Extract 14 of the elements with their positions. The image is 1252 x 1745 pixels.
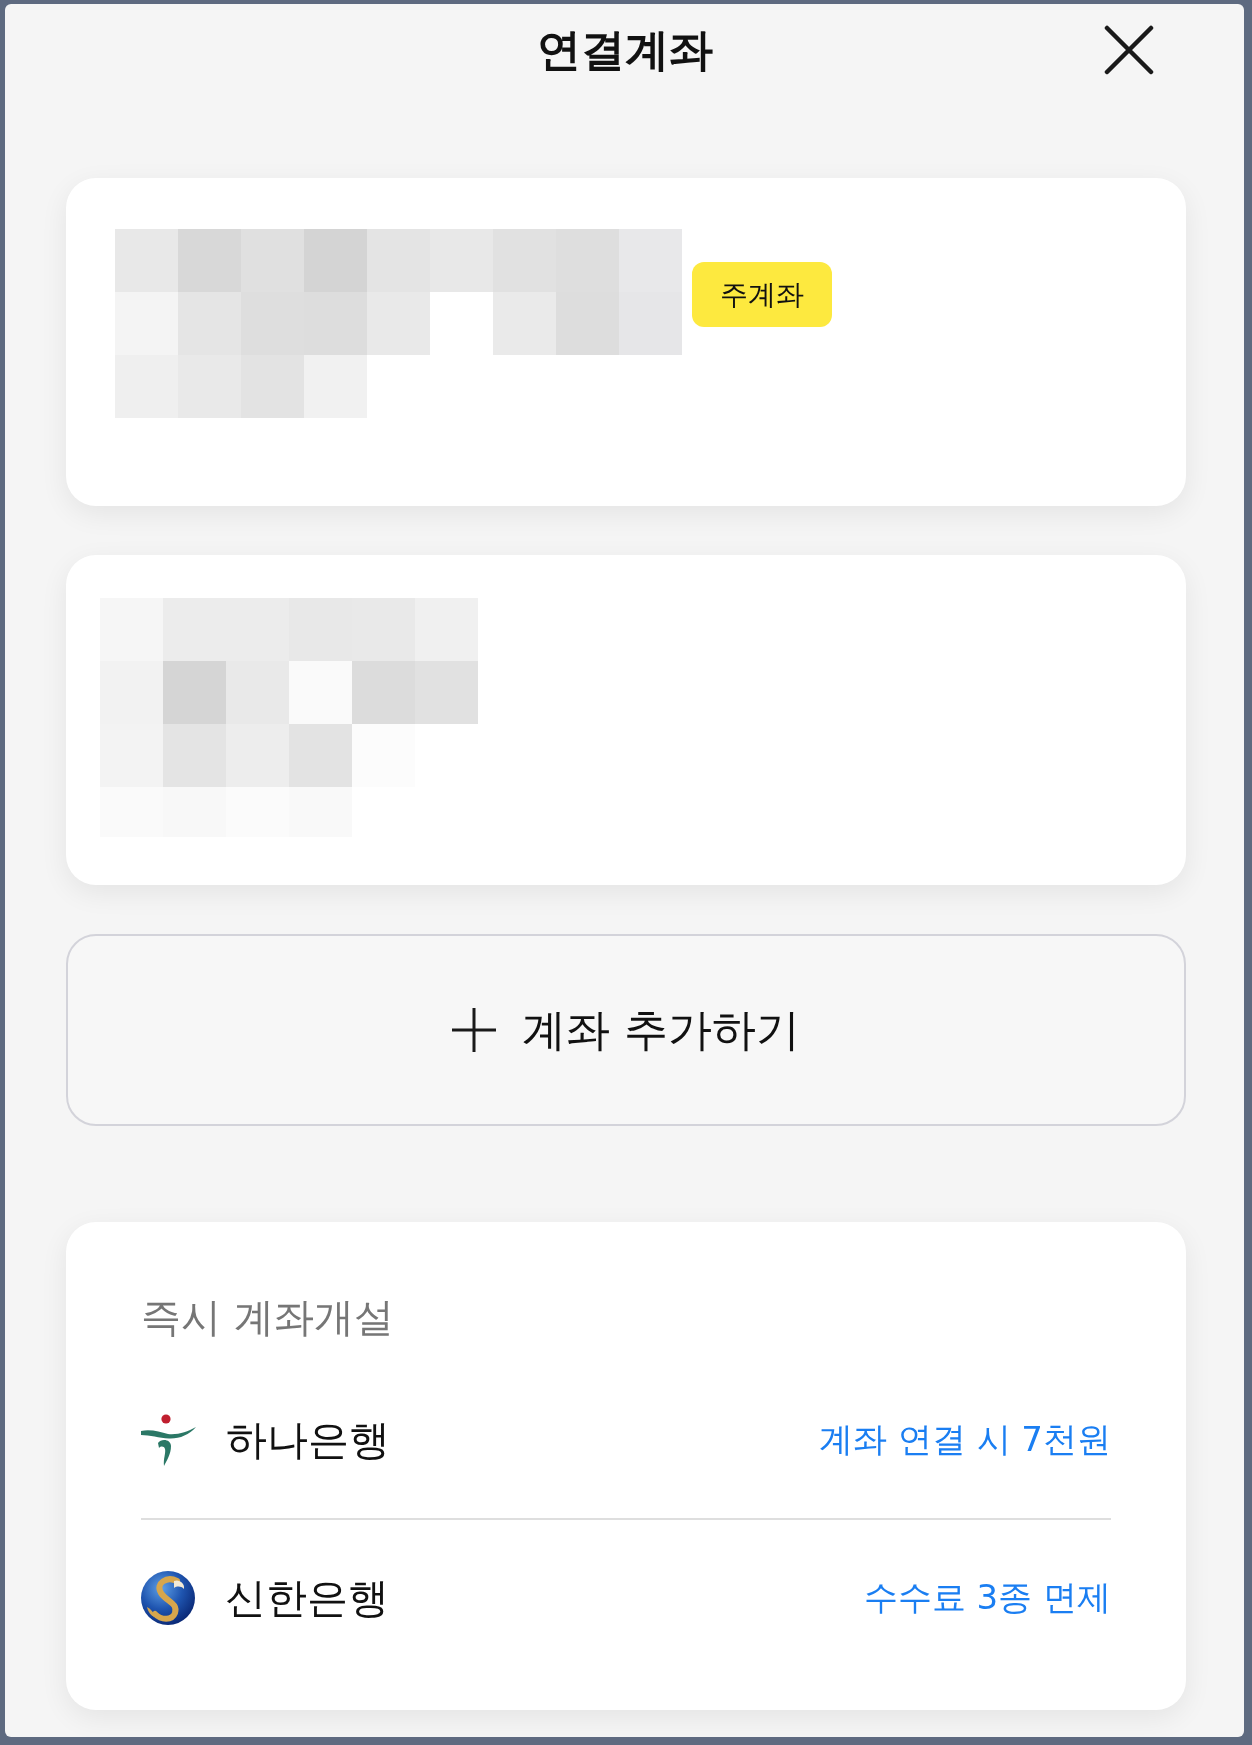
bank-name[interactable]: 신한은행 xyxy=(225,1570,389,1626)
section-title: 즉시 계좌개설 xyxy=(141,1293,395,1342)
close-icon xyxy=(1104,25,1154,75)
sheet-title: 연결계좌 xyxy=(536,23,713,77)
plus-icon xyxy=(452,1008,496,1052)
s-globe-logo-icon xyxy=(141,1571,195,1625)
figure-dot-logo-icon xyxy=(141,1414,196,1466)
add-account-button[interactable]: 계좌 추가하기 xyxy=(66,934,1186,1126)
bank-name[interactable]: 하나은행 xyxy=(226,1412,390,1468)
promo-text: 계좌 연결 시 7천원 xyxy=(818,1418,1111,1461)
promo-text: 수수료 3종 면제 xyxy=(863,1576,1111,1619)
account-card[interactable]: 주계좌 xyxy=(66,178,1186,506)
primary-account-badge: 주계좌 xyxy=(692,262,832,327)
close-button[interactable] xyxy=(1104,25,1154,75)
